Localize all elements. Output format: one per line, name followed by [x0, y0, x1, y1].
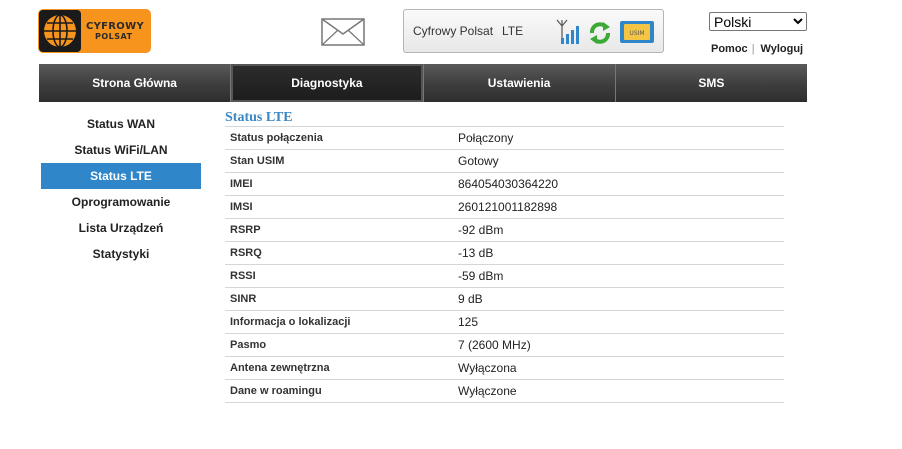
row-label: Pasmo — [225, 333, 453, 357]
row-label: Dane w roamingu — [225, 379, 453, 403]
operator-name: Cyfrowy Polsat — [413, 24, 494, 38]
row-value: -13 dB — [453, 241, 784, 265]
table-row: RSRQ -13 dB — [225, 241, 784, 265]
sidebar-item-oprogramowanie[interactable]: Oprogramowanie — [41, 189, 201, 215]
svg-text:USIM: USIM — [629, 30, 644, 37]
row-value: 9 dB — [453, 287, 784, 311]
row-value: Wyłączone — [453, 379, 784, 403]
envelope-icon[interactable] — [321, 18, 365, 51]
sidebar-item-status-wan[interactable]: Status WAN — [41, 111, 201, 137]
row-label: Informacja o lokalizacji — [225, 310, 453, 334]
table-row: Stan USIM Gotowy — [225, 149, 784, 173]
lte-status-table: Status połączenia Połączony Stan USIM Gotow… — [225, 126, 784, 403]
row-value: Połączony — [453, 126, 784, 150]
signal-strength-icon — [556, 18, 580, 51]
row-label: RSRP — [225, 218, 453, 242]
brand-name-line1: CYFROWY — [86, 21, 144, 32]
table-row: Dane w roamingu Wyłączone — [225, 379, 784, 403]
logout-link[interactable]: Wyloguj — [761, 43, 804, 55]
row-value: -92 dBm — [453, 218, 784, 242]
table-row: Informacja o lokalizacji 125 — [225, 310, 784, 334]
link-separator: | — [751, 43, 755, 55]
row-value: Wyłączona — [453, 356, 784, 380]
row-value: -59 dBm — [453, 264, 784, 288]
row-label: RSRQ — [225, 241, 453, 265]
row-value: 260121001182898 — [453, 195, 784, 219]
row-label: RSSI — [225, 264, 453, 288]
brand-logo: CYFROWY POLSAT — [38, 9, 151, 53]
row-value: 864054030364220 — [453, 172, 784, 196]
table-row: Antena zewnętrzna Wyłączona — [225, 356, 784, 380]
main-nav: Strona Główna Diagnostyka Ustawienia SMS — [39, 64, 807, 102]
page-title: Status LTE — [225, 110, 293, 125]
top-links: Pomoc | Wyloguj — [711, 43, 803, 55]
brand-name-line2: POLSAT — [95, 32, 133, 41]
row-label: Status połączenia — [225, 126, 453, 150]
tab-sms[interactable]: SMS — [616, 64, 807, 102]
row-label: SINR — [225, 287, 453, 311]
table-row: RSRP -92 dBm — [225, 218, 784, 242]
language-select[interactable]: Polski — [709, 12, 807, 31]
sidebar: Status WAN Status WiFi/LAN Status LTE Op… — [41, 111, 201, 267]
refresh-icon[interactable] — [588, 21, 612, 50]
row-value: 7 (2600 MHz) — [453, 333, 784, 357]
sim-card-icon: USIM — [620, 21, 654, 48]
connection-status-panel: Cyfrowy Polsat LTE USIM — [403, 9, 664, 53]
network-type: LTE — [502, 24, 524, 38]
row-value: Gotowy — [453, 149, 784, 173]
globe-icon — [39, 10, 81, 52]
table-row: SINR 9 dB — [225, 287, 784, 311]
table-row: Pasmo 7 (2600 MHz) — [225, 333, 784, 357]
row-value: 125 — [453, 310, 784, 334]
sidebar-item-statystyki[interactable]: Statystyki — [41, 241, 201, 267]
sidebar-item-status-lte[interactable]: Status LTE — [41, 163, 201, 189]
row-label: Stan USIM — [225, 149, 453, 173]
row-label: Antena zewnętrzna — [225, 356, 453, 380]
sidebar-item-status-wifi-lan[interactable]: Status WiFi/LAN — [41, 137, 201, 163]
tab-strona-glowna[interactable]: Strona Główna — [39, 64, 232, 102]
tab-ustawienia[interactable]: Ustawienia — [424, 64, 616, 102]
table-row: RSSI -59 dBm — [225, 264, 784, 288]
row-label: IMSI — [225, 195, 453, 219]
table-row: IMEI 864054030364220 — [225, 172, 784, 196]
help-link[interactable]: Pomoc — [711, 43, 748, 55]
tab-diagnostyka[interactable]: Diagnostyka — [231, 64, 424, 102]
table-row: Status połączenia Połączony — [225, 126, 784, 150]
row-label: IMEI — [225, 172, 453, 196]
table-row: IMSI 260121001182898 — [225, 195, 784, 219]
sidebar-item-lista-urzadzen[interactable]: Lista Urządzeń — [41, 215, 201, 241]
